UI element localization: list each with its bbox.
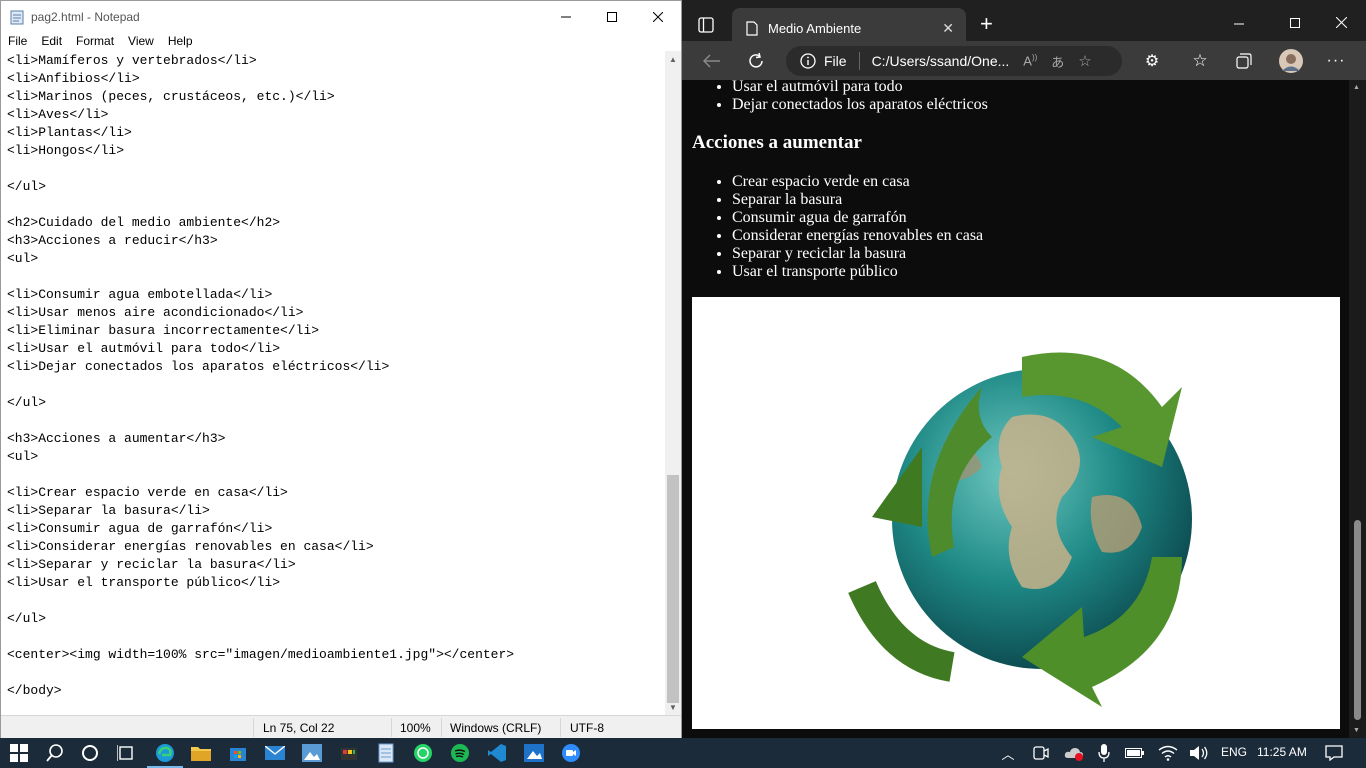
tab-close-icon[interactable]: ✕ (942, 20, 954, 37)
notepad-status-bar: Ln 75, Col 22 100% Windows (CRLF) UTF-8 (1, 715, 681, 739)
tab-actions-icon[interactable] (698, 17, 714, 38)
close-icon (653, 11, 663, 22)
list-item: Consumir agua de garrafón (732, 209, 983, 227)
status-position: Ln 75, Col 22 (263, 721, 335, 735)
close-button[interactable] (635, 1, 681, 32)
list-item: Separar y reciclar la basura (732, 245, 983, 263)
translate-icon[interactable]: あ (1051, 52, 1064, 71)
list-item: Dejar conectados los aparatos eléctricos (732, 96, 988, 114)
menu-file[interactable]: File (1, 34, 34, 48)
status-line-ending: Windows (CRLF) (450, 721, 542, 735)
maximize-button[interactable] (589, 1, 635, 32)
address-bar[interactable]: File C:/Users/ssand/One... A)) あ ☆ (786, 46, 1122, 76)
microphone-icon[interactable] (1093, 742, 1115, 764)
scroll-thumb[interactable] (667, 475, 679, 703)
notepad-text-content[interactable]: <li>Mamíferos y vertebrados</li> <li>Anf… (2, 51, 665, 700)
menu-format[interactable]: Format (69, 34, 121, 48)
photos-icon[interactable] (301, 742, 323, 764)
clock-time[interactable]: 11:25 AM (1257, 745, 1307, 759)
onedrive-icon[interactable] (1063, 742, 1085, 764)
extensions-icon[interactable]: ⚙ (1142, 51, 1162, 71)
notepad-title-bar: pag2.html - Notepad (1, 1, 681, 32)
start-icon[interactable] (8, 742, 30, 764)
cortana-icon[interactable] (79, 742, 101, 764)
paint-icon[interactable] (523, 742, 545, 764)
list-item: Crear espacio verde en casa (732, 173, 983, 191)
wifi-icon[interactable] (1157, 742, 1179, 764)
volume-icon[interactable] (1188, 742, 1210, 764)
task-view-icon[interactable] (115, 742, 137, 764)
info-icon[interactable] (800, 53, 816, 69)
tab-title: Medio Ambiente (768, 21, 862, 36)
notification-center-icon[interactable] (1323, 742, 1345, 764)
list-item: Separar la basura (732, 191, 983, 209)
meet-now-icon[interactable] (1030, 742, 1052, 764)
whatsapp-icon[interactable] (412, 742, 434, 764)
scroll-up-icon[interactable]: ▲ (665, 51, 681, 67)
edge-close-icon[interactable] (1335, 15, 1348, 33)
address-url[interactable]: C:/Users/ssand/One... (872, 53, 1010, 69)
file-explorer-icon[interactable] (190, 742, 212, 764)
edge-scroll-down-icon[interactable]: ▼ (1353, 727, 1360, 734)
spotify-icon[interactable] (449, 742, 471, 764)
increase-actions-list: Crear espacio verde en casa Separar la b… (682, 173, 983, 281)
collections-icon[interactable] (1234, 51, 1254, 71)
recycling-globe-image (692, 297, 1340, 729)
notepad-taskbar-icon[interactable] (375, 742, 397, 764)
page-content: Usar el autmóvil para todo Dejar conecta… (682, 80, 1349, 738)
edge-vertical-scrollbar[interactable]: ▲ ▼ (1349, 80, 1366, 738)
back-icon[interactable] (702, 51, 722, 71)
menu-help[interactable]: Help (161, 34, 200, 48)
taskbar: ︿ ENG 11:25 AM (0, 738, 1366, 768)
minimize-icon (561, 16, 571, 17)
maximize-icon (607, 11, 617, 22)
heading-acciones-aumentar: Acciones a aumentar (692, 132, 862, 153)
edge-window: Medio Ambiente ✕ + File C:/Users/ssand/O… (682, 0, 1366, 738)
edge-minimize-icon[interactable] (1234, 16, 1244, 34)
notepad-vertical-scrollbar[interactable]: ▲ ▼ (665, 51, 681, 715)
mail-icon[interactable] (264, 742, 286, 764)
minimize-button[interactable] (543, 1, 589, 32)
scroll-down-icon[interactable]: ▼ (665, 699, 681, 715)
list-item: Considerar energías renovables en casa (732, 227, 983, 245)
edge-taskbar-icon[interactable] (147, 742, 183, 768)
battery-icon[interactable] (1124, 742, 1146, 764)
address-scheme: File (824, 53, 847, 69)
edge-scroll-thumb[interactable] (1354, 520, 1361, 720)
favorites-icon[interactable]: ☆ (1190, 51, 1210, 71)
show-hidden-icons[interactable]: ︿ (997, 742, 1019, 764)
reduce-actions-list-tail: Usar el autmóvil para todo Dejar conecta… (682, 80, 988, 114)
notepad-title: pag2.html - Notepad (31, 9, 140, 24)
search-icon[interactable] (44, 742, 66, 764)
status-zoom: 100% (400, 721, 431, 735)
document-icon (746, 21, 758, 36)
read-aloud-icon[interactable]: A)) (1023, 53, 1037, 68)
store-icon[interactable] (227, 742, 249, 764)
list-item: Usar el transporte público (732, 263, 983, 281)
notepad-menu-bar: File Edit Format View Help (1, 32, 681, 50)
profile-avatar[interactable] (1278, 48, 1304, 74)
vscode-icon[interactable] (486, 742, 508, 764)
list-item: Usar el autmóvil para todo (732, 80, 988, 96)
menu-edit[interactable]: Edit (34, 34, 69, 48)
edge-maximize-icon[interactable] (1290, 15, 1300, 33)
edge-toolbar: File C:/Users/ssand/One... A)) あ ☆ ⚙ ☆ ·… (682, 41, 1366, 80)
notepad-window: pag2.html - Notepad File Edit Format Vie… (0, 0, 682, 739)
status-encoding: UTF-8 (570, 721, 604, 735)
more-options-icon[interactable]: ··· (1326, 51, 1346, 71)
menu-view[interactable]: View (121, 34, 161, 48)
refresh-icon[interactable] (746, 51, 766, 71)
edge-scroll-up-icon[interactable]: ▲ (1353, 84, 1360, 91)
new-tab-icon[interactable]: + (980, 13, 993, 35)
language-indicator[interactable]: ENG (1221, 745, 1247, 759)
zoom-icon[interactable] (560, 742, 582, 764)
notepad-text-area[interactable]: <li>Mamíferos y vertebrados</li> <li>Anf… (2, 51, 665, 715)
add-favorite-icon[interactable]: ☆ (1078, 52, 1091, 70)
notepad-app-icon (10, 10, 24, 24)
games-icon[interactable] (338, 742, 360, 764)
